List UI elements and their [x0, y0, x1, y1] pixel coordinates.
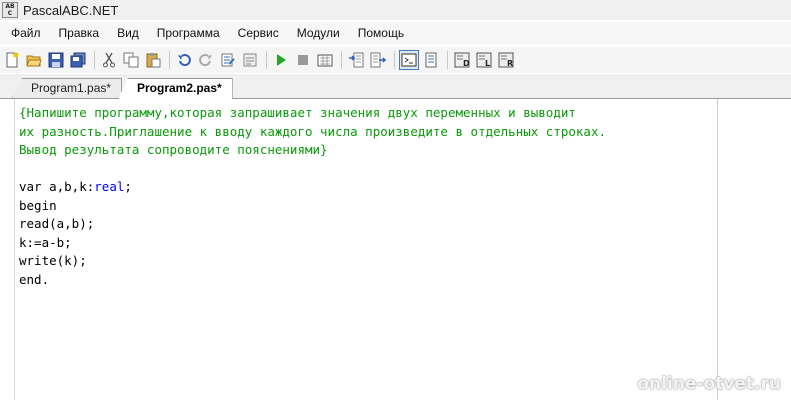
- watermark: online-otvet.ru: [637, 374, 781, 394]
- step-into-icon[interactable]: [346, 50, 366, 70]
- menu-view[interactable]: Вид: [108, 23, 148, 43]
- save-all-icon[interactable]: [68, 50, 88, 70]
- menu-modules[interactable]: Модули: [288, 23, 349, 43]
- editor-tab-bar: Program1.pas* Program2.pas*: [0, 74, 791, 99]
- replace-icon[interactable]: [240, 50, 260, 70]
- toolbar: D L R: [0, 47, 791, 73]
- step-over-icon[interactable]: [368, 50, 388, 70]
- menu-bar: Файл Правка Вид Программа Сервис Модули …: [0, 22, 791, 44]
- stop-icon[interactable]: [293, 50, 313, 70]
- code-line: begin: [19, 197, 57, 213]
- code-comment-line: {Напишите программу,которая запрашивает …: [19, 105, 576, 120]
- open-folder-icon[interactable]: [24, 50, 44, 70]
- redo-icon[interactable]: [196, 50, 216, 70]
- window-title: PascalABC.NET: [23, 2, 119, 18]
- find-icon[interactable]: [218, 50, 238, 70]
- pascalabc-app-icon: AB C: [2, 2, 18, 18]
- svg-text:L: L: [485, 59, 490, 68]
- code-comment-line: их разность.Приглашение к вводу каждого …: [19, 123, 606, 139]
- compile-icon[interactable]: [315, 50, 335, 70]
- save-icon[interactable]: [46, 50, 66, 70]
- properties-icon[interactable]: [421, 50, 441, 70]
- cut-icon[interactable]: [99, 50, 119, 70]
- svg-text:D: D: [463, 59, 470, 68]
- code-line: read(a,b);: [19, 216, 95, 231]
- code-editor[interactable]: {Напишите программу,которая запрашивает …: [0, 99, 718, 400]
- output-window-icon[interactable]: [399, 50, 419, 70]
- new-file-icon[interactable]: [2, 50, 22, 70]
- debug-r-icon[interactable]: R: [496, 50, 516, 70]
- menu-service[interactable]: Сервис: [229, 23, 288, 43]
- editor-gutter: [0, 99, 15, 400]
- toolbar-separator: [341, 51, 342, 69]
- toolbar-separator: [447, 51, 448, 69]
- title-bar: AB C PascalABC.NET: [0, 0, 791, 20]
- toolbar-separator: [266, 51, 267, 69]
- tab-program1[interactable]: Program1.pas*: [12, 78, 123, 98]
- debug-l-icon[interactable]: L: [474, 50, 494, 70]
- code-line: write(k);: [19, 253, 87, 268]
- code-type-keyword: real: [94, 179, 125, 194]
- code-comment-line: Вывод результата сопроводите пояснениями…: [19, 142, 328, 157]
- copy-icon[interactable]: [121, 50, 141, 70]
- toolbar-separator: [394, 51, 395, 69]
- menu-edit[interactable]: Правка: [50, 23, 109, 43]
- paste-icon[interactable]: [143, 50, 163, 70]
- code-line: k:=a-b;: [19, 234, 72, 250]
- svg-text:R: R: [507, 59, 513, 68]
- tab-program2[interactable]: Program2.pas*: [118, 78, 233, 99]
- code-line: end.: [19, 271, 50, 287]
- code-var-prefix: var a,b,k:: [19, 179, 95, 194]
- menu-file[interactable]: Файл: [0, 23, 50, 43]
- toolbar-separator: [94, 51, 95, 69]
- code-text[interactable]: {Напишите программу,которая запрашивает …: [19, 104, 606, 289]
- undo-icon[interactable]: [174, 50, 194, 70]
- menu-program[interactable]: Программа: [148, 23, 229, 43]
- debug-d-icon[interactable]: D: [452, 50, 472, 70]
- code-var-suffix: ;: [124, 179, 132, 194]
- menu-help[interactable]: Помощь: [349, 23, 413, 43]
- run-icon[interactable]: [271, 50, 291, 70]
- toolbar-separator: [169, 51, 170, 69]
